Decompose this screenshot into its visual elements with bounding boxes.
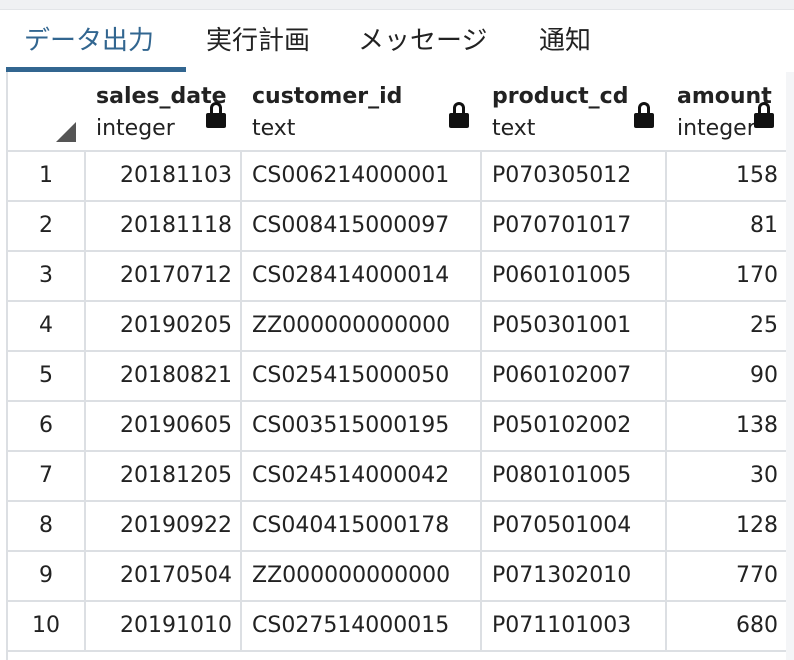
lock-icon [753, 102, 775, 128]
tab-data-output[interactable]: データ出力 [24, 24, 154, 58]
row-number[interactable]: 4 [8, 302, 86, 352]
column-name: product_cd [492, 84, 629, 109]
table-row[interactable]: 3 20170712 CS028414000014 P060101005 170 [8, 252, 794, 302]
table-row[interactable]: 5 20180821 CS025415000050 P060102007 90 [8, 352, 794, 402]
cell-product-cd[interactable]: P060102007 [480, 352, 667, 402]
cell-product-cd[interactable]: P060101005 [480, 252, 667, 302]
cell-product-cd[interactable]: P050301001 [480, 302, 667, 352]
tab-explain[interactable]: 実行計画 [206, 24, 310, 58]
cell-product-cd[interactable]: P070305012 [480, 152, 667, 202]
cell-amount[interactable]: 81 [665, 202, 788, 252]
cell-customer-id[interactable]: CS006214000001 [240, 152, 482, 202]
row-number[interactable]: 10 [8, 602, 86, 652]
row-number[interactable]: 9 [8, 552, 86, 602]
cell-amount[interactable]: 90 [665, 352, 788, 402]
select-all-icon [56, 122, 76, 142]
cell-customer-id[interactable]: CS040415000178 [240, 502, 482, 552]
cell-sales-date[interactable]: 20170712 [84, 252, 242, 302]
cell-amount[interactable]: 138 [665, 402, 788, 452]
column-type: text [252, 116, 296, 141]
cell-amount[interactable]: 680 [665, 602, 788, 652]
lock-icon [448, 102, 470, 128]
cell-customer-id[interactable]: CS024514000042 [240, 452, 482, 502]
table-row[interactable]: 10 20191010 CS027514000015 P071101003 68… [8, 602, 794, 652]
column-header-customer-id[interactable]: customer_id text [240, 72, 482, 152]
grid-right-edge [786, 72, 794, 660]
cell-product-cd[interactable]: P080101005 [480, 452, 667, 502]
table-row[interactable]: 8 20190922 CS040415000178 P070501004 128 [8, 502, 794, 552]
cell-sales-date[interactable]: 20170504 [84, 552, 242, 602]
column-name: customer_id [252, 84, 403, 109]
cell-customer-id[interactable]: CS003515000195 [240, 402, 482, 452]
tab-notifications[interactable]: 通知 [539, 24, 591, 58]
cell-customer-id[interactable]: CS025415000050 [240, 352, 482, 402]
column-header-sales-date[interactable]: sales_date integer [84, 72, 242, 152]
row-number[interactable]: 6 [8, 402, 86, 452]
row-number[interactable]: 2 [8, 202, 86, 252]
table-row[interactable]: 9 20170504 ZZ000000000000 P071302010 770 [8, 552, 794, 602]
column-header-amount[interactable]: amount integer [665, 72, 788, 152]
panel-top-strip [0, 0, 794, 10]
table-row[interactable]: 7 20181205 CS024514000042 P080101005 30 [8, 452, 794, 502]
cell-sales-date[interactable]: 20190205 [84, 302, 242, 352]
table-row[interactable]: 2 20181118 CS008415000097 P070701017 81 [8, 202, 794, 252]
cell-sales-date[interactable]: 20190922 [84, 502, 242, 552]
select-all-corner[interactable] [8, 72, 86, 152]
data-grid: sales_date integer customer_id text prod… [6, 72, 794, 660]
cell-product-cd[interactable]: P070701017 [480, 202, 667, 252]
cell-amount[interactable]: 770 [665, 552, 788, 602]
column-type: text [492, 116, 536, 141]
result-tabbar: データ出力 実行計画 メッセージ 通知 [0, 10, 794, 72]
cell-amount[interactable]: 158 [665, 152, 788, 202]
cell-amount[interactable]: 170 [665, 252, 788, 302]
cell-sales-date[interactable]: 20181205 [84, 452, 242, 502]
column-header-product-cd[interactable]: product_cd text [480, 72, 667, 152]
table-row[interactable]: 6 20190605 CS003515000195 P050102002 138 [8, 402, 794, 452]
cell-product-cd[interactable]: P071302010 [480, 552, 667, 602]
lock-icon [205, 102, 227, 128]
tab-messages[interactable]: メッセージ [358, 24, 487, 58]
cell-product-cd[interactable]: P050102002 [480, 402, 667, 452]
cell-sales-date[interactable]: 20191010 [84, 602, 242, 652]
table-row[interactable]: 1 20181103 CS006214000001 P070305012 158 [8, 152, 794, 202]
cell-customer-id[interactable]: CS008415000097 [240, 202, 482, 252]
row-number[interactable]: 7 [8, 452, 86, 502]
cell-product-cd[interactable]: P071101003 [480, 602, 667, 652]
row-number[interactable]: 1 [8, 152, 86, 202]
table-row[interactable]: 4 20190205 ZZ000000000000 P050301001 25 [8, 302, 794, 352]
cell-amount[interactable]: 30 [665, 452, 788, 502]
cell-sales-date[interactable]: 20181103 [84, 152, 242, 202]
cell-amount[interactable]: 128 [665, 502, 788, 552]
cell-sales-date[interactable]: 20181118 [84, 202, 242, 252]
column-type: integer [677, 116, 756, 141]
cell-customer-id[interactable]: CS028414000014 [240, 252, 482, 302]
lock-icon [633, 102, 655, 128]
cell-product-cd[interactable]: P070501004 [480, 502, 667, 552]
cell-sales-date[interactable]: 20190605 [84, 402, 242, 452]
cell-amount[interactable]: 25 [665, 302, 788, 352]
cell-customer-id[interactable]: ZZ000000000000 [240, 552, 482, 602]
row-number[interactable]: 8 [8, 502, 86, 552]
row-number[interactable]: 5 [8, 352, 86, 402]
column-type: integer [96, 116, 175, 141]
row-number[interactable]: 3 [8, 252, 86, 302]
cell-customer-id[interactable]: CS027514000015 [240, 602, 482, 652]
cell-sales-date[interactable]: 20180821 [84, 352, 242, 402]
cell-customer-id[interactable]: ZZ000000000000 [240, 302, 482, 352]
